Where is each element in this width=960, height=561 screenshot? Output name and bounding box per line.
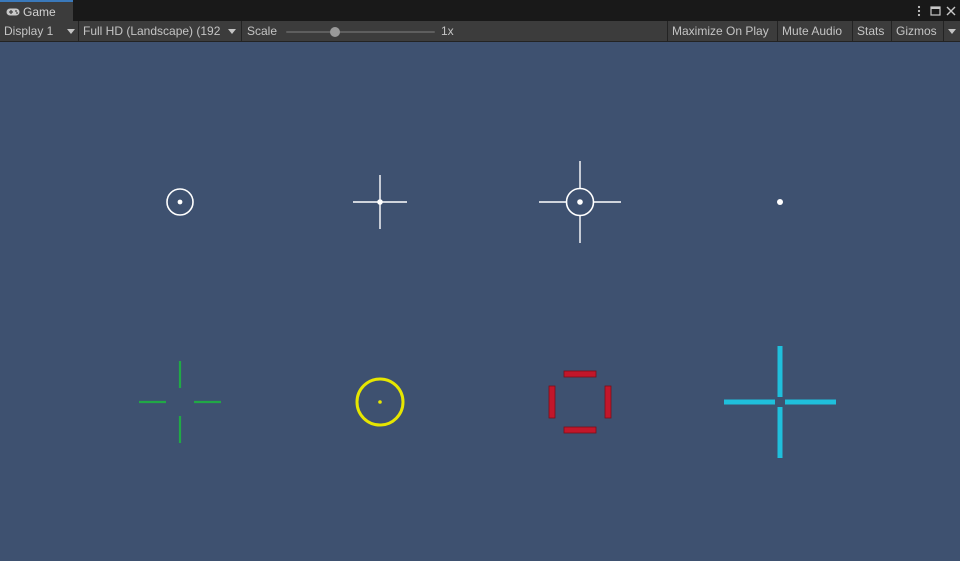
crosshair-dot-white — [777, 199, 783, 205]
stats-toggle[interactable]: Stats — [852, 21, 891, 41]
resolution-label: Full HD (Landscape) (192 — [83, 24, 221, 38]
tab-title: Game — [23, 4, 56, 19]
crosshair-circle-dot-yellow — [355, 377, 405, 427]
scale-slider-track[interactable] — [286, 31, 435, 33]
game-viewport[interactable] — [0, 42, 960, 561]
display-label: Display 1 — [4, 24, 54, 38]
chevron-down-icon — [948, 29, 956, 34]
tab-game[interactable]: Game — [0, 0, 73, 21]
maximize-on-play-toggle[interactable]: Maximize On Play — [667, 21, 777, 41]
game-toolbar: Display 1 Full HD (Landscape) (192 Scale… — [0, 21, 960, 42]
scale-value: 1x — [441, 24, 454, 38]
scale-label: Scale — [247, 24, 278, 38]
crosshair-cross-circle-white — [539, 161, 621, 243]
gizmos-dropdown[interactable] — [943, 21, 960, 41]
gizmos-toggle[interactable]: Gizmos — [891, 21, 943, 41]
crosshair-bracket-square-red — [548, 370, 612, 434]
chevron-down-icon — [67, 29, 75, 34]
mute-audio-toggle[interactable]: Mute Audio — [777, 21, 852, 41]
more-options-icon[interactable] — [914, 5, 924, 17]
window-controls — [914, 2, 956, 19]
close-icon[interactable] — [946, 5, 956, 17]
gamepad-icon — [6, 7, 20, 17]
resolution-dropdown[interactable]: Full HD (Landscape) (192 — [79, 21, 242, 41]
display-dropdown[interactable]: Display 1 — [0, 21, 79, 41]
chevron-down-icon — [228, 29, 236, 34]
crosshair-circle-dot-white — [166, 188, 194, 216]
crosshair-cross-dot-white — [353, 175, 407, 229]
crosshair-thick-cross-cyan — [724, 346, 836, 458]
tab-bar: Game — [0, 0, 960, 22]
maximize-icon[interactable] — [930, 5, 941, 17]
crosshair-gap-cross-green — [139, 361, 221, 443]
